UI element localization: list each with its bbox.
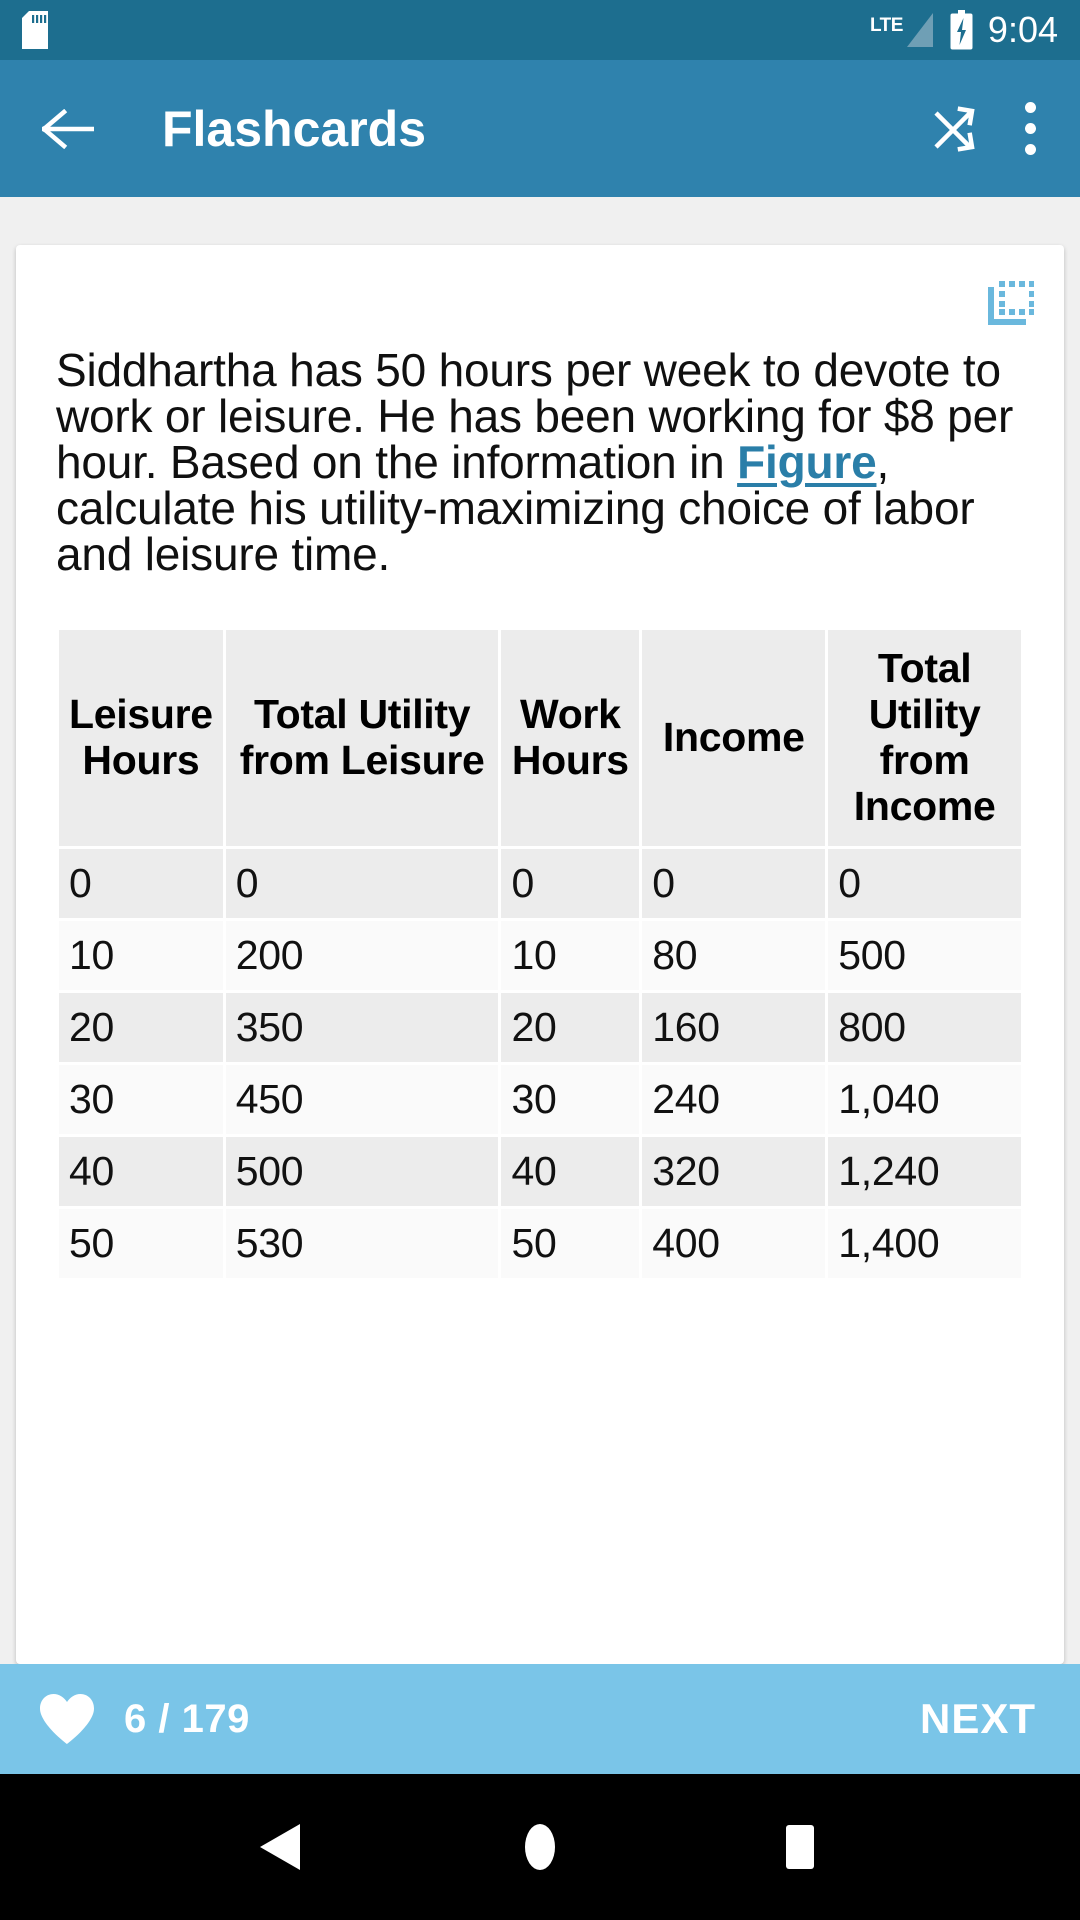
nav-recents-square-icon[interactable] — [778, 1823, 822, 1871]
table-cell: 0 — [501, 848, 640, 918]
table-cell: 0 — [642, 848, 826, 918]
table-cell: 530 — [225, 1209, 499, 1279]
table-row: 40 500 40 320 1,240 — [59, 1137, 1021, 1207]
nav-back-triangle-icon[interactable] — [258, 1822, 302, 1872]
table-cell: 50 — [59, 1209, 223, 1279]
table-head: Leisure Hours Total Utility from Leisure… — [59, 630, 1021, 846]
column-header-utility-income: Total Utility from Income — [828, 630, 1021, 846]
table-cell: 200 — [225, 920, 499, 990]
android-nav-bar — [0, 1774, 1080, 1920]
network-indicator: LTE — [870, 11, 935, 49]
question-text: Siddhartha has 50 hours per week to devo… — [56, 347, 1024, 577]
column-header-utility-leisure: Total Utility from Leisure — [225, 630, 499, 846]
table-row: 10 200 10 80 500 — [59, 920, 1021, 990]
flashcard[interactable]: Siddhartha has 50 hours per week to devo… — [16, 245, 1064, 1664]
card-body: Siddhartha has 50 hours per week to devo… — [16, 245, 1064, 1281]
shuffle-icon[interactable] — [930, 105, 978, 153]
app-bar-actions — [930, 102, 1044, 155]
table-cell: 500 — [225, 1137, 499, 1207]
heart-icon[interactable] — [38, 1693, 96, 1745]
content-area: Siddhartha has 50 hours per week to devo… — [0, 197, 1080, 1664]
table-cell: 20 — [59, 992, 223, 1062]
table-cell: 0 — [828, 848, 1021, 918]
table-cell: 160 — [642, 992, 826, 1062]
table-cell: 1,240 — [828, 1137, 1021, 1207]
table-cell: 320 — [642, 1137, 826, 1207]
table-cell: 50 — [501, 1209, 640, 1279]
figure-link[interactable]: Figure — [737, 436, 877, 488]
overflow-dot — [1024, 123, 1036, 134]
column-header-work-hours: Work Hours — [501, 630, 640, 846]
column-header-income: Income — [642, 630, 826, 846]
overflow-dot — [1024, 144, 1036, 155]
table-cell: 30 — [501, 1064, 640, 1134]
card-tools — [982, 275, 1038, 331]
column-header-leisure-hours: Leisure Hours — [59, 630, 223, 846]
overflow-menu-icon[interactable] — [1024, 102, 1044, 155]
table-cell: 30 — [59, 1064, 223, 1134]
table-cell: 1,400 — [828, 1209, 1021, 1279]
table-cell: 10 — [501, 920, 640, 990]
overflow-dot — [1024, 102, 1036, 113]
signal-bars-icon — [905, 11, 935, 49]
arrow-back-icon[interactable] — [42, 108, 94, 149]
table-row: 0 0 0 0 0 — [59, 848, 1021, 918]
status-bar-left — [22, 11, 48, 49]
table-cell: 0 — [59, 848, 223, 918]
utility-table: Leisure Hours Total Utility from Leisure… — [56, 627, 1024, 1281]
table-cell: 800 — [828, 992, 1021, 1062]
table-header-row: Leisure Hours Total Utility from Leisure… — [59, 630, 1021, 846]
select-all-copy-icon[interactable] — [982, 275, 1038, 331]
table-cell: 350 — [225, 992, 499, 1062]
table-cell: 10 — [59, 920, 223, 990]
sd-card-icon — [22, 11, 48, 49]
card-progress-label: 6 / 179 — [124, 1696, 250, 1741]
battery-charging-icon — [949, 10, 974, 50]
table-cell: 40 — [501, 1137, 640, 1207]
table-cell: 0 — [225, 848, 499, 918]
table-row: 50 530 50 400 1,400 — [59, 1209, 1021, 1279]
footer-bar: 6 / 179 NEXT — [0, 1664, 1080, 1774]
table-row: 20 350 20 160 800 — [59, 992, 1021, 1062]
table-cell: 80 — [642, 920, 826, 990]
table-cell: 40 — [59, 1137, 223, 1207]
table-cell: 500 — [828, 920, 1021, 990]
table-cell: 1,040 — [828, 1064, 1021, 1134]
network-type-label: LTE — [869, 15, 903, 36]
phone-screen: LTE 9:04 Flashcards Siddhartha has 50 ho… — [0, 0, 1080, 1920]
table-cell: 20 — [501, 992, 640, 1062]
page-title: Flashcards — [162, 100, 427, 157]
status-bar-clock: 9:04 — [987, 9, 1058, 50]
table-body: 0 0 0 0 0 10 200 10 80 500 20 350 20 160… — [59, 848, 1021, 1279]
status-bar: LTE 9:04 — [0, 0, 1080, 60]
table-cell: 240 — [642, 1064, 826, 1134]
status-bar-right: LTE 9:04 — [870, 10, 1058, 50]
nav-home-circle-icon[interactable] — [517, 1822, 563, 1872]
next-button[interactable]: NEXT — [920, 1695, 1036, 1743]
table-cell: 400 — [642, 1209, 826, 1279]
table-row: 30 450 30 240 1,040 — [59, 1064, 1021, 1134]
app-bar: Flashcards — [0, 60, 1080, 197]
table-cell: 450 — [225, 1064, 499, 1134]
